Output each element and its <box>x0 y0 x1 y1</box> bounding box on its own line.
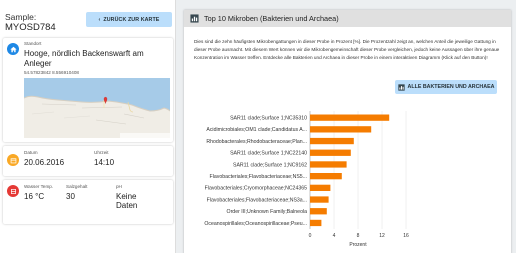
location-card: Standort Hooge, nördlich Backenswarft am… <box>3 38 173 142</box>
category-label: SAR11 clade;Surface 1;NC35310 <box>230 115 307 121</box>
time-value: 14:10 <box>94 158 115 167</box>
back-to-map-button[interactable]: ‹ ZURÜCK ZUR KARTE <box>86 12 172 27</box>
bar <box>310 173 342 180</box>
bar <box>310 161 347 168</box>
salinity-value: 30 <box>66 192 75 201</box>
x-tick-label: 12 <box>379 233 385 239</box>
bar <box>310 126 372 133</box>
bar <box>310 208 327 215</box>
datetime-card: Datum 20.06.2016 Uhrzeit 14:10 <box>3 146 173 176</box>
panel-header: Top 10 Mikroben (Bakterien und Archaea) <box>184 10 511 27</box>
category-label: Order III;Unknown Family;Balneola <box>227 209 308 215</box>
x-tick-label: 0 <box>309 233 312 239</box>
all-microbes-label: ALLE BAKTERIEN UND ARCHAEA <box>407 84 495 90</box>
date-value: 20.06.2016 <box>24 158 65 167</box>
ph-value-line2: Daten <box>116 201 138 210</box>
bar <box>310 114 390 121</box>
bar <box>310 196 329 203</box>
ph-value-line1: Keine <box>116 192 137 201</box>
microbes-bar-chart: 0 4 8 12 16 SAR11 clade;Surface 1;NC35310 Acid… <box>204 111 409 248</box>
ph-label: pH <box>116 184 122 189</box>
panel-description: Dies sind die zehn häufigsten Mikrobenga… <box>194 39 500 60</box>
environment-card: Wasser Temp. 16 °C Salzgehalt 30 pH Kein… <box>3 180 173 224</box>
bar <box>310 137 354 145</box>
salinity-label: Salzgehalt <box>66 184 88 189</box>
chevron-left-icon: ‹ <box>98 16 101 23</box>
sample-label: Sample: <box>5 12 37 22</box>
water-parameters-icon <box>7 185 19 197</box>
calendar-icon <box>7 154 19 166</box>
location-coordinates: 54.57823842 8.556910408 <box>24 70 79 75</box>
microbes-panel: Top 10 Mikroben (Bakterien und Archaea) … <box>184 10 511 253</box>
location-name: Hooge, nördlich Backenswarft am Anleger <box>24 49 144 68</box>
all-microbes-button[interactable]: ALLE BAKTERIEN UND ARCHAEA <box>395 80 497 94</box>
water-temp-label: Wasser Temp. <box>24 184 54 189</box>
date-label: Datum <box>24 150 38 155</box>
category-label: Oceanospirillales;Oceanospirillaceae;Pse… <box>204 221 307 227</box>
bar <box>310 219 322 227</box>
x-tick-label: 16 <box>403 233 409 239</box>
home-icon <box>7 43 19 55</box>
panel-title: Top 10 Mikroben (Bakterien und Archaea) <box>204 14 339 23</box>
category-label: Rhodobacterales;Rhodobacteraceae;Plan... <box>206 139 307 145</box>
category-label: Flavobacteriales;Flavobacteriaceae;NS3a.… <box>207 197 307 203</box>
bar <box>310 184 331 191</box>
category-label: SAR11 clade;Surface 1;NC9162 <box>233 162 307 168</box>
sample-sidebar: Sample: MYOSD784 ‹ ZURÜCK ZUR KARTE Stan… <box>0 0 176 253</box>
x-tick-label: 8 <box>357 233 360 239</box>
back-to-map-label: ZURÜCK ZUR KARTE <box>103 16 160 23</box>
category-label: Acidimicrobiales;OM1 clade;Candidatus A.… <box>206 127 307 133</box>
time-label: Uhrzeit <box>94 150 109 155</box>
location-map[interactable] <box>24 78 170 138</box>
x-tick-label: 4 <box>333 233 336 239</box>
x-axis-label: Prozent <box>349 242 367 248</box>
category-label: SAR11 clade;Surface 1;NC22140 <box>230 151 307 157</box>
water-temp-value: 16 °C <box>24 192 45 201</box>
bar <box>310 149 351 156</box>
location-label: Standort <box>24 41 42 46</box>
chart-icon <box>397 83 405 91</box>
category-label: Flavobacteriales;Flavobacteriaceae;NS5..… <box>210 174 307 180</box>
category-label: Flavobacteriales;Cryomorphaceae;NC24365 <box>205 186 307 192</box>
sample-id: MYOSD784 <box>5 22 56 33</box>
ph-value: Keine Daten <box>116 192 137 210</box>
chart-icon <box>190 14 199 23</box>
